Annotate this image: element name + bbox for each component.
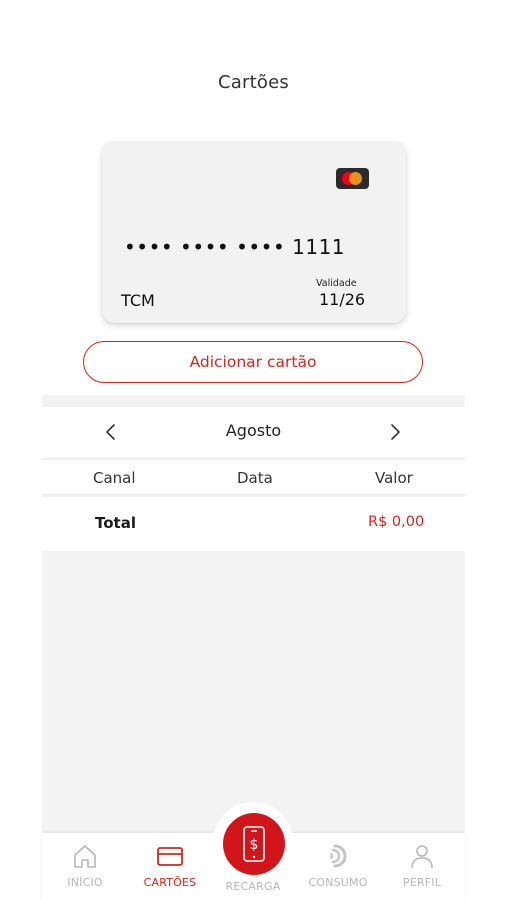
nav-item-inicio[interactable]: INÍCIO — [45, 839, 125, 895]
statement-panel: Agosto Canal Data Valor Total R$ 0,00 — [42, 395, 465, 835]
total-row: Total R$ 0,00 — [42, 497, 465, 551]
nav-label-cartoes: CARTÕES — [143, 876, 197, 889]
statement-header-row: Canal Data Valor — [42, 459, 465, 495]
nav-label-inicio: INÍCIO — [67, 876, 103, 889]
nav-item-cartoes[interactable]: CARTÕES — [130, 839, 210, 895]
total-value: R$ 0,00 — [368, 514, 425, 530]
home-icon — [74, 845, 96, 868]
validity-label: Validade — [316, 278, 357, 289]
add-card-button[interactable]: Adicionar cartão — [83, 341, 423, 383]
nav-item-consumo[interactable]: CONSUMO — [298, 839, 378, 895]
bottom-nav: INÍCIO CARTÕES $ RECARGA CONSUMO PERFIL — [42, 802, 465, 900]
payment-card[interactable]: •••• •••• •••• 1111 TCM Validade 11/26 — [102, 141, 406, 323]
card-number: •••• •••• •••• 1111 — [124, 235, 346, 259]
chevron-right-icon[interactable] — [382, 419, 408, 445]
svg-text:$: $ — [250, 837, 259, 853]
user-icon — [411, 845, 433, 869]
total-label: Total — [95, 514, 136, 532]
nav-label-consumo: CONSUMO — [308, 876, 368, 889]
page-title: Cartões — [218, 72, 289, 93]
column-header-valor: Valor — [375, 469, 413, 487]
column-header-data: Data — [237, 469, 273, 487]
nav-item-perfil[interactable]: PERFIL — [382, 839, 462, 895]
month-selector: Agosto — [42, 407, 465, 457]
recarga-button[interactable]: $ — [223, 813, 285, 875]
column-header-canal: Canal — [93, 469, 136, 487]
phone-dollar-icon: $ — [243, 826, 265, 862]
card-holder: TCM — [121, 291, 155, 310]
nav-label-perfil: PERFIL — [402, 876, 442, 889]
consumption-icon — [330, 844, 347, 868]
nav-label-recarga: RECARGA — [225, 880, 281, 893]
card-icon — [157, 847, 183, 866]
validity-value: 11/26 — [319, 290, 366, 309]
mastercard-logo-icon — [336, 168, 369, 189]
